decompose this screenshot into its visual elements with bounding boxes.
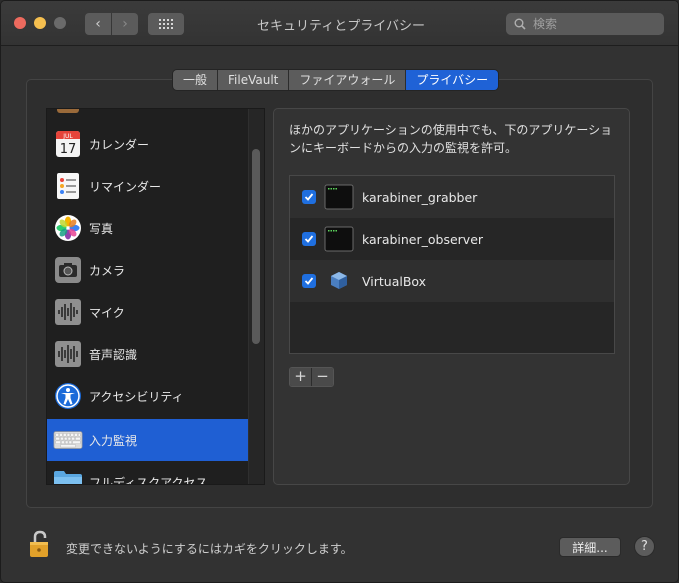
lock-hint-text: 変更できないようにするにはカギをクリックします。 [66,542,353,556]
zoom-window-button[interactable] [54,17,66,29]
chevron-left-icon: ‹ [95,16,101,32]
sidebar-item-label: リマインダー [89,179,162,194]
app-checkbox[interactable] [302,274,316,288]
sidebar-item-full-disk-access[interactable]: フルディスクアクセス [47,461,248,485]
app-name: karabiner_grabber [362,189,478,205]
unlocked-padlock-icon[interactable] [29,529,53,559]
search-input[interactable] [531,16,655,32]
title-bar: ‹ › セキュリティとプライバシー [1,1,678,46]
tab-privacy[interactable]: プライバシー [406,70,499,90]
checkmark-icon [304,193,314,201]
sidebar-item-label: アクセシビリティ [89,389,184,404]
checkmark-icon [304,235,314,243]
tab-bar: 一般 FileVault ファイアウォール プライバシー [172,69,500,91]
close-window-button[interactable] [14,17,26,29]
app-name: karabiner_observer [362,231,484,247]
photos-icon [53,213,83,243]
list-empty-row [290,302,614,344]
keyboard-icon [53,425,83,455]
terminal-icon [324,184,354,210]
show-all-button[interactable] [148,13,184,35]
app-checkbox[interactable] [302,190,316,204]
virtualbox-icon [331,272,347,289]
sidebar-item-label: フルディスクアクセス [89,475,208,485]
tab-firewall[interactable]: ファイアウォール [289,70,407,90]
sidebar-item-label: 入力監視 [89,433,138,448]
minimize-window-button[interactable] [34,17,46,29]
app-list[interactable]: karabiner_grabber karabiner_observer Vir… [289,175,615,354]
permission-description: ほかのアプリケーションの使用中でも、下のアプリケーションにキーボードからの入力の… [289,123,613,155]
calendar-month: JUL [62,133,73,140]
accessibility-icon [53,381,83,411]
sidebar-item-label: マイク [89,305,125,320]
microphone-icon [53,297,83,327]
contacts-icon [53,109,83,117]
app-row-karabiner-observer[interactable]: karabiner_observer [290,218,614,260]
sidebar-item-accessibility[interactable]: アクセシビリティ [47,375,248,417]
preferences-window: ‹ › セキュリティとプライバシー 一般 FileVault ファイアウォール … [0,0,679,583]
help-button[interactable]: ? [634,536,655,557]
app-checkbox[interactable] [302,232,316,246]
folder-icon [53,467,83,484]
list-item-partial [47,109,248,123]
sidebar-item-label: 音声認識 [89,347,138,362]
calendar-day: 17 [60,142,77,157]
privacy-category-list[interactable]: JUL 17 カレンダー リマインダー 写真 カメラ マイク 音声認識 アクセシ… [46,108,265,485]
remove-app-button[interactable]: − [311,368,333,386]
advanced-button[interactable]: 詳細... [559,537,621,557]
search-icon [514,18,526,30]
app-name: VirtualBox [362,273,427,289]
add-app-button[interactable]: + [290,368,311,386]
back-button[interactable]: ‹ [85,13,111,35]
speech-recognition-icon [53,339,83,369]
add-remove-control: + − [289,367,334,387]
grid-icon [159,19,173,29]
sidebar-item-reminders[interactable]: リマインダー [47,165,248,207]
sidebar-item-label: 写真 [89,221,114,236]
reminders-icon [53,171,83,201]
scrollbar-thumb[interactable] [252,149,260,344]
terminal-icon [324,226,354,252]
tab-general[interactable]: 一般 [173,70,219,90]
sidebar-item-speech-recognition[interactable]: 音声認識 [47,333,248,375]
search-field[interactable] [506,13,664,35]
sidebar-item-photos[interactable]: 写真 [47,207,248,249]
forward-button[interactable]: › [112,13,138,35]
sidebar-item-label: カメラ [89,263,126,278]
sidebar-item-camera[interactable]: カメラ [47,249,248,291]
calendar-icon: JUL 17 [53,129,83,159]
sidebar-item-calendar[interactable]: JUL 17 カレンダー [47,123,248,165]
chevron-right-icon: › [122,16,128,32]
sidebar-item-microphone[interactable]: マイク [47,291,248,333]
sidebar-item-input-monitoring[interactable]: 入力監視 [47,419,248,461]
checkmark-icon [304,277,314,285]
app-row-karabiner-grabber[interactable]: karabiner_grabber [290,176,614,218]
app-row-virtualbox[interactable]: VirtualBox [290,260,614,302]
camera-icon [53,255,83,285]
window-title: セキュリティとプライバシー [257,19,425,34]
sidebar-item-label: カレンダー [89,137,150,152]
tab-filevault[interactable]: FileVault [218,70,290,90]
